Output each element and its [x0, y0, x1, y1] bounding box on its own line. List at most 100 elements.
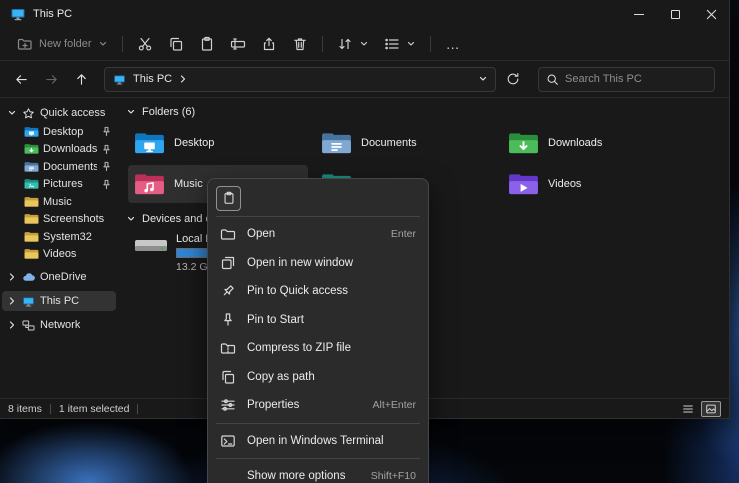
- sidebar-item-system32[interactable]: System32: [2, 228, 116, 246]
- maximize-icon: [671, 10, 680, 19]
- address-bar[interactable]: This PC: [104, 67, 496, 92]
- sidebar-item-downloads[interactable]: Downloads: [2, 141, 116, 159]
- sidebar-item-label: Desktop: [43, 126, 83, 138]
- chevron-right-icon: [178, 74, 188, 84]
- menu-item-properties[interactable]: Properties Alt+Enter: [212, 391, 424, 420]
- folder-tile-downloads[interactable]: Downloads: [502, 124, 682, 162]
- onedrive-cloud-icon: [21, 271, 36, 284]
- new-folder-label: New folder: [39, 38, 92, 50]
- forward-arrow-icon: [44, 72, 59, 87]
- cut-button[interactable]: [130, 32, 160, 56]
- open-new-window-icon: [220, 255, 236, 271]
- sidebar-item-screenshots[interactable]: Screenshots: [2, 211, 116, 229]
- sidebar-item-documents[interactable]: Documents: [2, 158, 116, 176]
- folder-name: Documents: [361, 137, 417, 149]
- this-pc-window-icon: [10, 6, 26, 22]
- details-view-button[interactable]: [678, 401, 698, 417]
- menu-item-label: Copy as path: [247, 371, 315, 383]
- delete-button[interactable]: [285, 32, 315, 56]
- folder-name: Downloads: [548, 137, 602, 149]
- sidebar-item-label: Videos: [43, 248, 76, 260]
- sidebar-item-label: Screenshots: [43, 213, 104, 225]
- menu-item-label: Pin to Start: [247, 314, 304, 326]
- sidebar-item-onedrive[interactable]: OneDrive: [2, 267, 116, 287]
- documents-folder-icon: [24, 161, 39, 173]
- pin-icon: [101, 179, 112, 190]
- sidebar-item-label: Downloads: [43, 143, 97, 155]
- window-controls: [621, 0, 729, 28]
- search-input[interactable]: [565, 73, 707, 85]
- sidebar-item-label: This PC: [40, 295, 79, 307]
- desktop-folder-icon: [134, 131, 165, 156]
- close-button[interactable]: [693, 0, 729, 28]
- menu-shortcut: Alt+Enter: [373, 399, 416, 411]
- share-button[interactable]: [254, 32, 284, 56]
- hard-drive-icon: [134, 233, 168, 257]
- separator: [137, 404, 138, 414]
- menu-item-open-windows-terminal[interactable]: Open in Windows Terminal: [212, 427, 424, 456]
- breadcrumb[interactable]: This PC: [133, 73, 172, 85]
- open-icon: [220, 226, 236, 242]
- new-folder-button[interactable]: New folder: [10, 32, 115, 56]
- sidebar-item-label: Pictures: [43, 178, 83, 190]
- close-icon: [706, 9, 717, 20]
- chevron-down-icon: [7, 108, 17, 118]
- command-bar: New folder …: [0, 28, 729, 61]
- sidebar-item-music[interactable]: Music: [2, 193, 116, 211]
- more-options-button[interactable]: …: [438, 36, 469, 52]
- maximize-button[interactable]: [657, 0, 693, 28]
- this-pc-icon: [21, 295, 36, 308]
- sidebar-item-this-pc[interactable]: This PC: [2, 291, 116, 311]
- up-button[interactable]: [68, 67, 94, 91]
- sort-icon: [337, 36, 353, 52]
- folder-icon: [24, 248, 39, 260]
- menu-item-copy-as-path[interactable]: Copy as path: [212, 363, 424, 392]
- menu-item-open-new-window[interactable]: Open in new window: [212, 249, 424, 278]
- refresh-button[interactable]: [500, 67, 526, 91]
- folder-tile-documents[interactable]: Documents: [315, 124, 495, 162]
- minimize-button[interactable]: [621, 0, 657, 28]
- folder-tile-desktop[interactable]: Desktop: [128, 124, 308, 162]
- address-dropdown-icon[interactable]: [478, 74, 488, 84]
- separator: [216, 423, 420, 424]
- back-arrow-icon: [14, 72, 29, 87]
- desktop-wallpaper: This PC New folder: [0, 0, 739, 483]
- minimize-icon: [634, 14, 644, 15]
- view-button[interactable]: [377, 32, 423, 56]
- copy-button[interactable]: [161, 32, 191, 56]
- menu-item-label: Open in Windows Terminal: [247, 435, 384, 447]
- paste-button[interactable]: [192, 32, 222, 56]
- menu-icon-spacer: [220, 468, 236, 483]
- menu-item-open[interactable]: Open Enter: [212, 220, 424, 249]
- menu-item-pin-quick-access[interactable]: Pin to Quick access: [212, 277, 424, 306]
- sidebar-item-quick-access[interactable]: Quick access: [2, 103, 116, 123]
- sidebar-item-network[interactable]: Network: [2, 315, 116, 335]
- share-icon: [261, 36, 277, 52]
- menu-item-compress-zip[interactable]: Compress to ZIP file: [212, 334, 424, 363]
- sidebar-item-desktop[interactable]: Desktop: [2, 123, 116, 141]
- folder-icon: [24, 231, 39, 243]
- rename-button[interactable]: [223, 32, 253, 56]
- sort-button[interactable]: [330, 32, 376, 56]
- terminal-icon: [220, 433, 236, 449]
- navigation-pane: Quick access Desktop Downloads Documents: [0, 98, 118, 398]
- forward-button[interactable]: [38, 67, 64, 91]
- menu-item-show-more-options[interactable]: Show more options Shift+F10: [212, 462, 424, 483]
- thumbnail-view-button[interactable]: [701, 401, 721, 417]
- new-folder-icon: [17, 36, 33, 52]
- folders-section-header[interactable]: Folders (6): [126, 102, 729, 122]
- pin-icon: [220, 283, 236, 299]
- this-pc-breadcrumb-icon: [112, 73, 127, 86]
- titlebar: This PC: [0, 0, 729, 28]
- folder-tile-videos[interactable]: Videos: [502, 165, 682, 203]
- music-folder-icon: [134, 172, 165, 197]
- quick-access-star-icon: [21, 107, 36, 120]
- quick-copy-button[interactable]: [216, 186, 241, 211]
- menu-item-label: Properties: [247, 399, 299, 411]
- item-count: 8 items: [8, 403, 42, 415]
- menu-item-pin-start[interactable]: Pin to Start: [212, 306, 424, 335]
- menu-shortcut: Shift+F10: [371, 470, 416, 482]
- sidebar-item-videos[interactable]: Videos: [2, 246, 116, 264]
- sidebar-item-pictures[interactable]: Pictures: [2, 176, 116, 194]
- back-button[interactable]: [8, 67, 34, 91]
